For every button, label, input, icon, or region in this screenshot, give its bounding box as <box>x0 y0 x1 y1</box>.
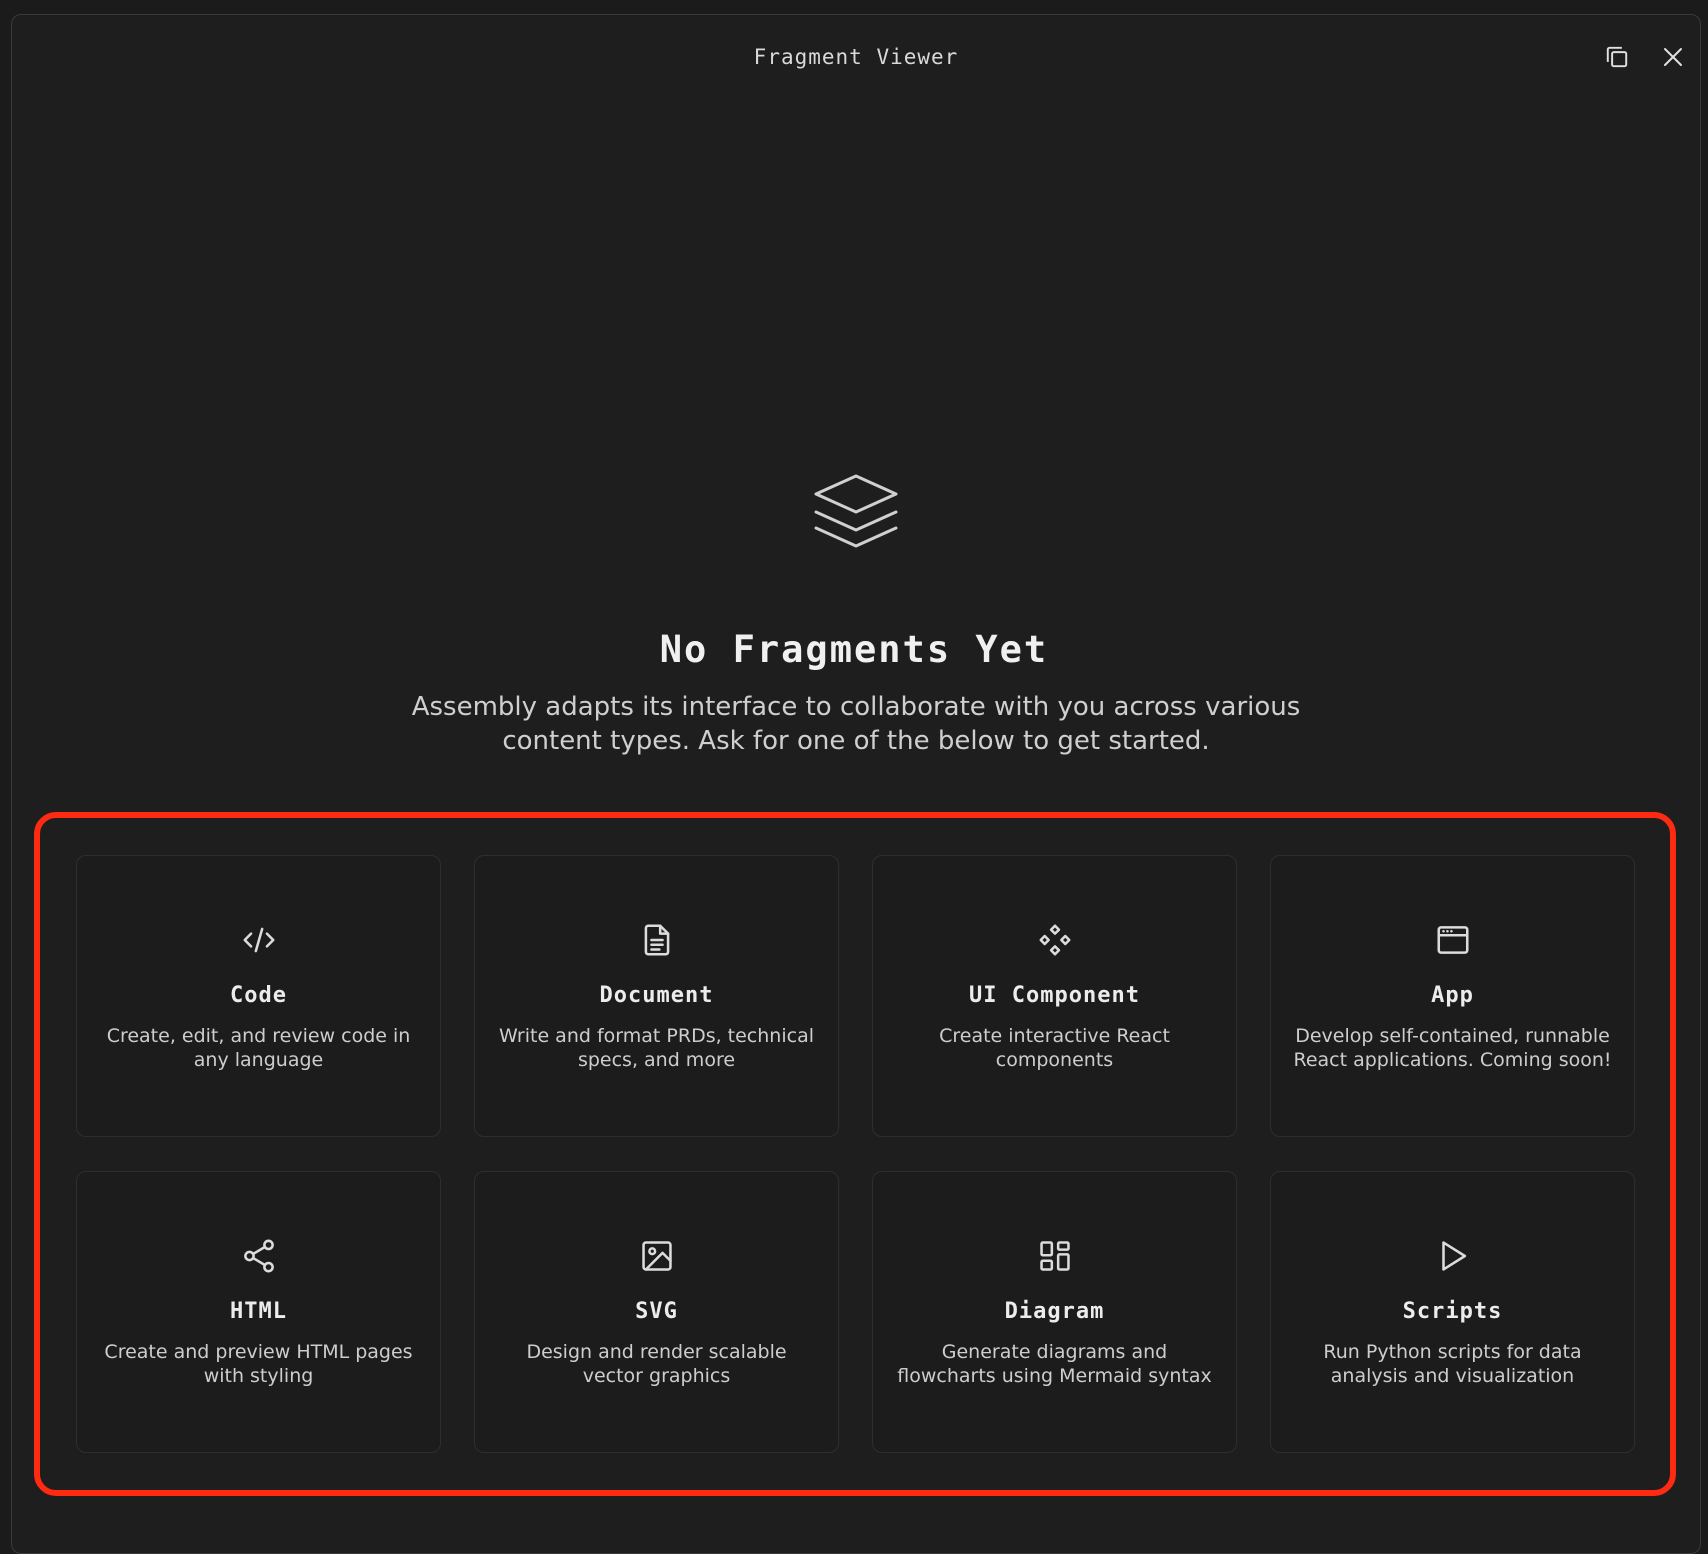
image-icon <box>638 1237 676 1275</box>
card-title: Scripts <box>1402 1298 1503 1324</box>
card-ui-component[interactable]: UI Component Create interactive React co… <box>872 855 1237 1137</box>
card-title: Document <box>599 982 714 1008</box>
window-title: Fragment Viewer <box>753 45 959 69</box>
layers-icon <box>812 472 900 560</box>
card-description: Run Python scripts for data analysis and… <box>1323 1340 1582 1387</box>
fragment-type-grid: Code Create, edit, and review code in an… <box>76 855 1636 1453</box>
share-icon <box>240 1237 278 1275</box>
card-code[interactable]: Code Create, edit, and review code in an… <box>76 855 441 1137</box>
copy-window-icon <box>1604 44 1630 70</box>
card-document[interactable]: Document Write and format PRDs, technica… <box>474 855 839 1137</box>
empty-state-title: No Fragments Yet <box>659 628 1049 671</box>
card-description: Generate diagrams and flowcharts using M… <box>897 1340 1212 1387</box>
card-app[interactable]: App Develop self-contained, runnable Rea… <box>1270 855 1635 1137</box>
play-icon <box>1434 1237 1472 1275</box>
card-html[interactable]: HTML Create and preview HTML pages with … <box>76 1171 441 1453</box>
card-diagram[interactable]: Diagram Generate diagrams and flowcharts… <box>872 1171 1237 1453</box>
copy-window-button[interactable] <box>1601 41 1633 73</box>
card-title: App <box>1431 982 1474 1008</box>
card-title: Diagram <box>1004 1298 1105 1324</box>
card-title: SVG <box>635 1298 678 1324</box>
code-icon <box>240 921 278 959</box>
card-title: HTML <box>230 1298 287 1324</box>
close-icon <box>1661 45 1685 69</box>
app-window-icon <box>1434 921 1472 959</box>
document-icon <box>638 921 676 959</box>
card-svg[interactable]: SVG Design and render scalable vector gr… <box>474 1171 839 1453</box>
card-scripts[interactable]: Scripts Run Python scripts for data anal… <box>1270 1171 1635 1453</box>
card-description: Create, edit, and review code in any lan… <box>106 1024 411 1071</box>
component-icon <box>1036 921 1074 959</box>
empty-state-description: Assembly adapts its interface to collabo… <box>411 692 1301 756</box>
card-description: Create interactive React components <box>939 1024 1170 1071</box>
diagram-icon <box>1036 1237 1074 1275</box>
card-description: Develop self-contained, runnable React a… <box>1293 1024 1612 1071</box>
card-description: Design and render scalable vector graphi… <box>526 1340 787 1387</box>
card-title: Code <box>230 982 287 1008</box>
card-description: Create and preview HTML pages with styli… <box>104 1340 413 1387</box>
close-button[interactable] <box>1657 41 1689 73</box>
card-description: Write and format PRDs, technical specs, … <box>498 1024 814 1071</box>
card-title: UI Component <box>969 982 1140 1008</box>
